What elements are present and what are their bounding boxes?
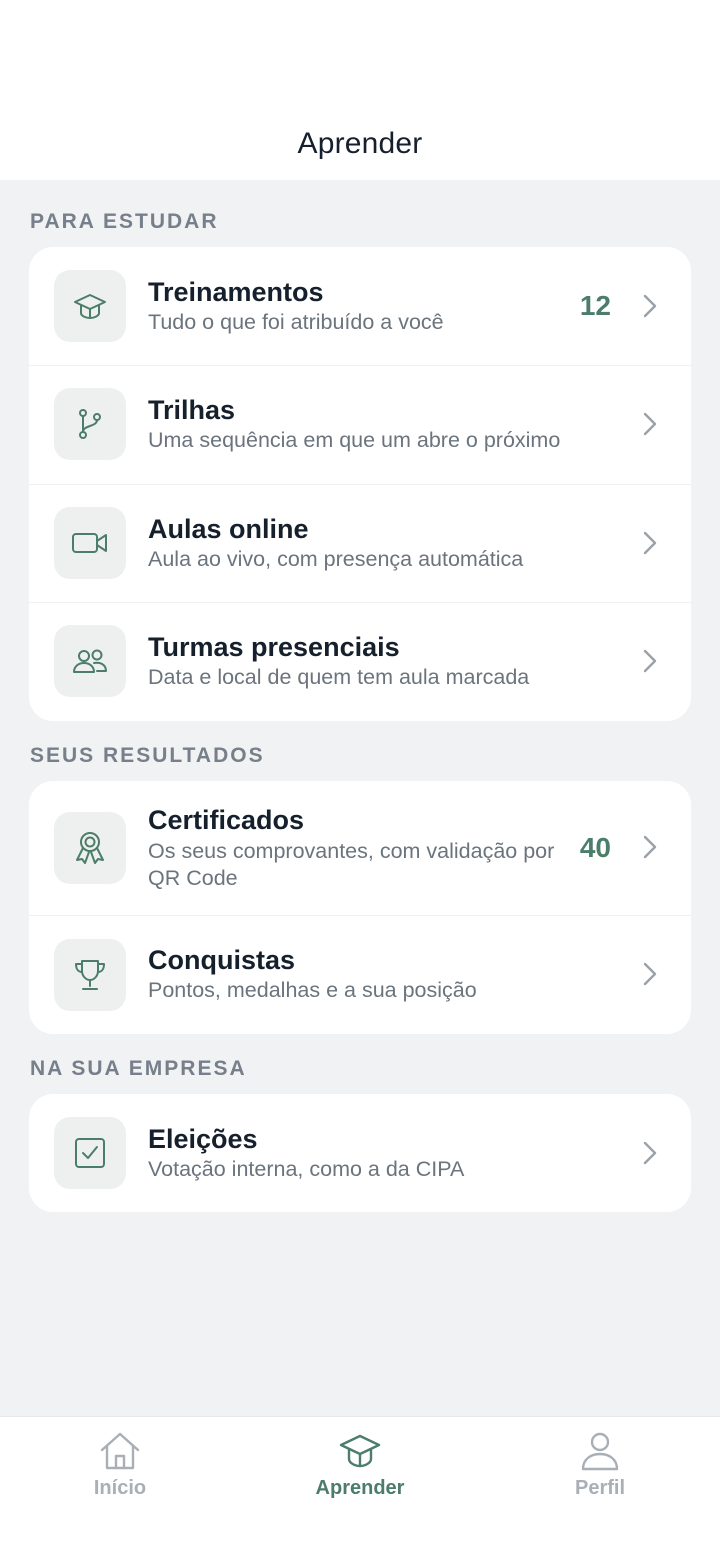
card-seus-resultados: Certificados Os seus comprovantes, com v… [29, 781, 691, 1034]
row-subtitle: Os seus comprovantes, com validação por … [148, 839, 555, 890]
row-subtitle: Pontos, medalhas e a sua posição [148, 978, 477, 1002]
chevron-right-icon [643, 412, 657, 436]
row-subtitle: Tudo o que foi atribuído a você [148, 310, 444, 334]
row-subtitle: Aula ao vivo, com presença automática [148, 547, 524, 571]
list-item-certificados[interactable]: Certificados Os seus comprovantes, com v… [29, 781, 691, 915]
user-icon [581, 1432, 619, 1471]
video-camera-icon [54, 507, 126, 579]
chevron-right-icon [643, 649, 657, 673]
row-title: Certificados [148, 805, 305, 835]
divider [29, 915, 691, 916]
home-icon [100, 1432, 140, 1470]
list-item-treinamentos[interactable]: Treinamentos Tudo o que foi atribuído a … [29, 247, 691, 365]
divider [29, 484, 691, 485]
graduation-cap-icon [54, 270, 126, 342]
tab-aprender[interactable]: Aprender [240, 1417, 480, 1517]
chevron-right-icon [643, 294, 657, 318]
divider [29, 602, 691, 603]
tab-perfil[interactable]: Perfil [480, 1417, 720, 1517]
tab-label: Perfil [574, 1477, 626, 1499]
row-title: Treinamentos [148, 277, 324, 307]
git-branch-icon [54, 388, 126, 460]
section-label-na-sua-empresa: NA SUA EMPRESA [30, 1057, 247, 1080]
graduation-cap-icon [339, 1434, 381, 1468]
trophy-icon [54, 939, 126, 1011]
section-label-seus-resultados: SEUS RESULTADOS [30, 744, 265, 767]
row-subtitle: Data e local de quem tem aula marcada [148, 665, 530, 689]
users-icon [54, 625, 126, 697]
count-badge: 40 [579, 832, 611, 863]
row-title: Eleições [148, 1124, 258, 1154]
bottom-tab-bar: Início Aprender Perfil [0, 1416, 720, 1565]
list-item-conquistas[interactable]: Conquistas Pontos, medalhas e a sua posi… [29, 915, 691, 1034]
divider [29, 365, 691, 366]
list-item-eleicoes[interactable]: Eleições Votação interna, como a da CIPA [29, 1094, 691, 1212]
chevron-right-icon [643, 962, 657, 986]
row-subtitle: Votação interna, como a da CIPA [148, 1157, 465, 1181]
row-title: Conquistas [148, 945, 296, 975]
row-title: Trilhas [148, 395, 236, 425]
list-item-turmas-presenciais[interactable]: Turmas presenciais Data e local de quem … [29, 602, 691, 721]
award-ribbon-icon [54, 812, 126, 884]
row-title: Aulas online [148, 514, 309, 544]
top-bar: Aprender [0, 0, 720, 180]
card-para-estudar: Treinamentos Tudo o que foi atribuído a … [29, 247, 691, 721]
section-label-para-estudar: PARA ESTUDAR [30, 210, 219, 233]
chevron-right-icon [643, 1141, 657, 1165]
chevron-right-icon [643, 835, 657, 859]
card-na-sua-empresa: Eleições Votação interna, como a da CIPA [29, 1094, 691, 1212]
list-item-trilhas[interactable]: Trilhas Uma sequência em que um abre o p… [29, 365, 691, 484]
list-item-aulas-online[interactable]: Aulas online Aula ao vivo, com presença … [29, 484, 691, 602]
page-title: Aprender [297, 127, 423, 160]
row-title: Turmas presenciais [148, 632, 400, 662]
count-badge: 12 [579, 290, 611, 321]
tab-label: Início [93, 1477, 147, 1499]
tab-inicio[interactable]: Início [0, 1417, 240, 1517]
checkbox-icon [54, 1117, 126, 1189]
chevron-right-icon [643, 531, 657, 555]
row-subtitle: Uma sequência em que um abre o próximo [148, 428, 561, 452]
tab-label: Aprender [315, 1477, 405, 1499]
